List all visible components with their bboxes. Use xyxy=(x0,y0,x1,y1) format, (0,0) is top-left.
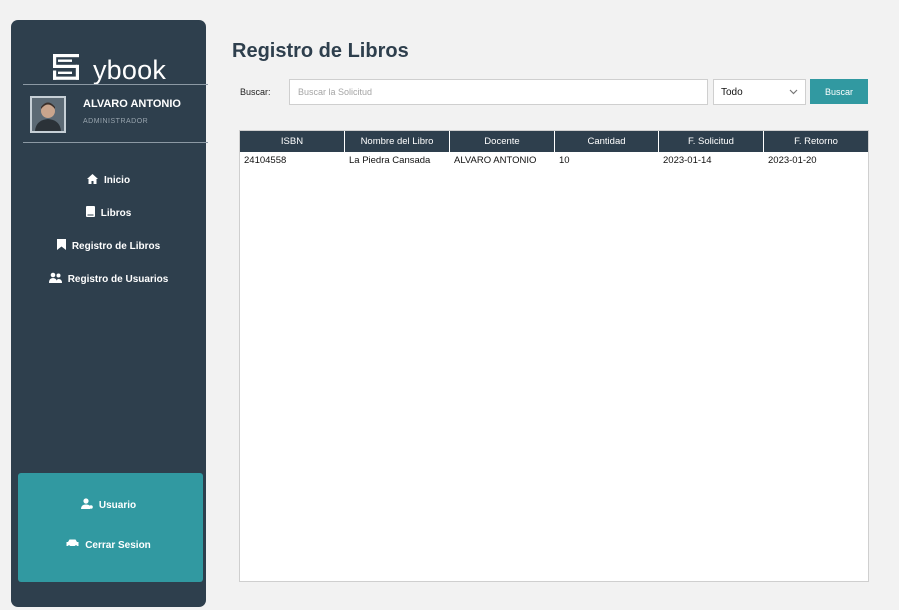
search-button[interactable]: Buscar xyxy=(810,79,868,104)
column-header-nombre-libro[interactable]: Nombre del Libro xyxy=(345,131,450,152)
divider-bottom xyxy=(23,142,208,143)
table-header: ISBN Nombre del Libro Docente Cantidad F… xyxy=(240,131,868,152)
divider-top xyxy=(23,84,208,85)
sidebar-item-label: Inicio xyxy=(103,174,131,186)
book-icon xyxy=(85,206,95,220)
requests-table: ISBN Nombre del Libro Docente Cantidad F… xyxy=(239,130,869,582)
search-input[interactable] xyxy=(289,79,708,105)
usuario-label: Usuario xyxy=(98,499,137,511)
column-header-isbn[interactable]: ISBN xyxy=(240,131,345,152)
column-header-cantidad[interactable]: Cantidad xyxy=(555,131,659,152)
filter-select[interactable]: Todo xyxy=(713,79,806,105)
app-window: ybook ALVARO ANTONIO ADMINISTRADOR Inici… xyxy=(0,0,899,610)
page-title: Registro de Libros xyxy=(232,40,409,62)
sidebar-item-libros[interactable]: Libros xyxy=(11,204,206,222)
cell-f-retorno: 2023-01-20 xyxy=(768,155,817,166)
user-cog-icon xyxy=(80,498,93,512)
chevron-down-icon xyxy=(789,87,798,98)
cell-docente: ALVARO ANTONIO xyxy=(454,155,537,166)
user-name: ALVARO ANTONIO xyxy=(83,98,181,110)
sidebar-item-inicio[interactable]: Inicio xyxy=(11,171,206,189)
brand-name: ybook xyxy=(92,54,167,85)
brand: ybook xyxy=(11,52,206,88)
cerrar-sesion-label: Cerrar Sesion xyxy=(85,539,151,551)
column-header-f-solicitud[interactable]: F. Solicitud xyxy=(659,131,764,152)
cell-cantidad: 10 xyxy=(559,155,570,166)
filter-select-value: Todo xyxy=(721,86,743,98)
user-role: ADMINISTRADOR xyxy=(83,118,149,125)
search-label: Buscar: xyxy=(240,87,271,97)
sidebar: ybook ALVARO ANTONIO ADMINISTRADOR Inici… xyxy=(11,20,208,607)
cell-f-solicitud: 2023-01-14 xyxy=(663,155,712,166)
book-stack-logo-icon xyxy=(51,52,81,89)
users-icon xyxy=(48,272,62,286)
cell-nombre-libro: La Piedra Cansada xyxy=(349,155,431,166)
cerrar-sesion-button[interactable]: Cerrar Sesion xyxy=(11,536,206,554)
bookmark-icon xyxy=(56,239,66,253)
sidebar-item-label: Registro de Libros xyxy=(71,240,161,252)
cell-isbn: 24104558 xyxy=(244,155,287,166)
sidebar-footer: Usuario Cerrar Sesion xyxy=(18,473,203,582)
column-header-f-retorno[interactable]: F. Retorno xyxy=(764,131,868,152)
sidebar-item-registro-usuarios[interactable]: Registro de Usuarios xyxy=(11,270,206,288)
sidebar-item-label: Registro de Usuarios xyxy=(67,273,169,285)
column-header-docente[interactable]: Docente xyxy=(450,131,555,152)
sidebar-item-label: Libros xyxy=(100,207,132,219)
avatar xyxy=(30,96,66,133)
car-icon xyxy=(66,539,79,551)
home-icon xyxy=(86,173,98,187)
table-row[interactable]: 24104558 La Piedra Cansada ALVARO ANTONI… xyxy=(240,152,868,169)
sidebar-item-registro-libros[interactable]: Registro de Libros xyxy=(11,237,206,255)
usuario-button[interactable]: Usuario xyxy=(11,496,206,514)
